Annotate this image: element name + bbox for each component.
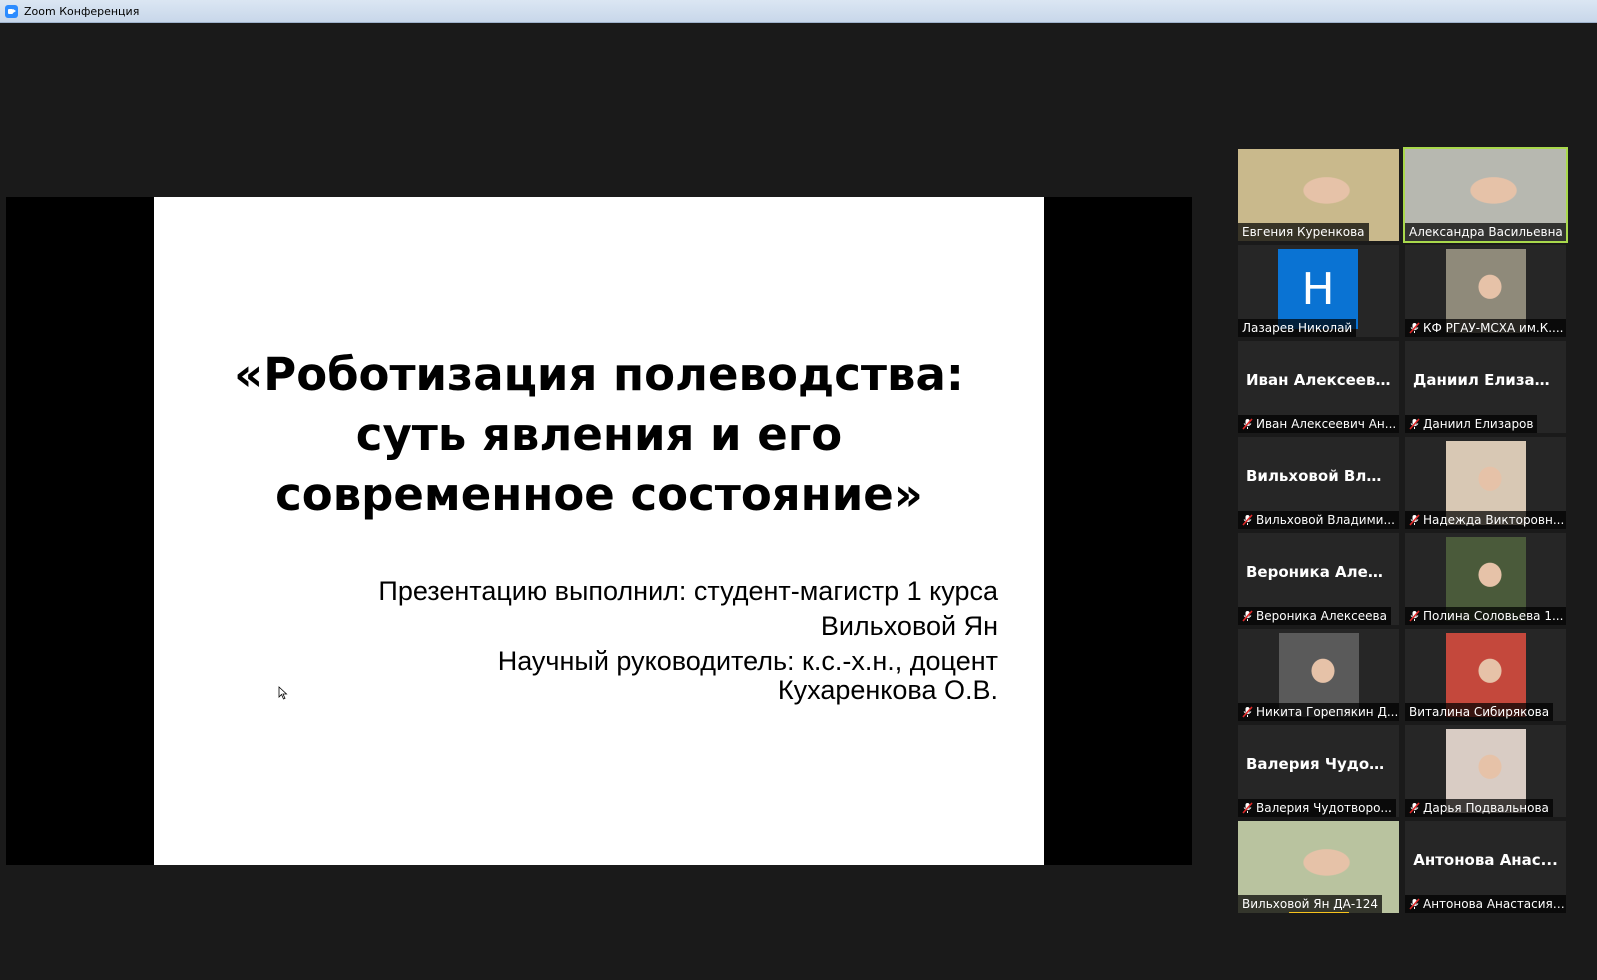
participant-display-name: Антонова Анас... [1413, 851, 1558, 869]
participant-name-label: Полина Соловьева 1... [1405, 607, 1566, 625]
participant-tile[interactable]: Даниил Елизар... Даниил Елизаров [1405, 341, 1566, 433]
participant-tile[interactable]: Никита Горепякин Д... [1238, 629, 1399, 721]
mic-muted-icon [1409, 514, 1420, 526]
mic-muted-icon [1409, 418, 1420, 430]
slide-info: Презентацию выполнил: студент-магистр 1 … [358, 577, 998, 711]
presentation-slide: «Роботизация полеводства: суть явления и… [154, 197, 1044, 865]
mic-muted-icon [1409, 610, 1420, 622]
participant-name-label: Вероника Алексеева [1238, 607, 1391, 625]
participant-name: Валерия Чудотворо... [1256, 801, 1392, 815]
participant-name-label: Дарья Подвальнова [1405, 799, 1553, 817]
participant-name: КФ РГАУ-МСХА им.К.... [1423, 321, 1564, 335]
participant-name: Евгения Куренкова [1242, 225, 1365, 239]
participant-tile[interactable]: Дарья Подвальнова [1405, 725, 1566, 817]
participant-display-name: Валерия Чудот... [1246, 755, 1395, 773]
participant-name: Надежда Викторовн... [1423, 513, 1565, 527]
slide-author-name: Вильховой Ян [820, 611, 998, 641]
participant-tile[interactable]: Виталина Сибирякова [1405, 629, 1566, 721]
participant-name-label: Валерия Чудотворо... [1238, 799, 1396, 817]
participant-tile[interactable]: Надежда Викторовн... [1405, 437, 1566, 529]
participant-name: Иван Алексеевич Ан... [1256, 417, 1397, 431]
participant-name: Виталина Сибирякова [1409, 705, 1550, 719]
participant-tile[interactable]: КФ РГАУ-МСХА им.К.... [1405, 245, 1566, 337]
mic-muted-icon [1242, 706, 1253, 718]
participant-tile[interactable]: Александра Васильевна [1403, 147, 1568, 243]
participant-name-label: КФ РГАУ-МСХА им.К.... [1405, 319, 1566, 337]
participant-tile[interactable]: Антонова Анас... Антонова Анастасия ... [1405, 821, 1566, 913]
window-title: Zoom Конференция [24, 4, 140, 18]
participant-display-name: Вильховой Вла... [1246, 467, 1394, 485]
participant-name-label: Никита Горепякин Д... [1238, 703, 1399, 721]
mic-muted-icon [1242, 610, 1253, 622]
participant-name-label: Виталина Сибирякова [1405, 703, 1554, 721]
zoom-app-icon [5, 4, 18, 18]
participant-name: Лазарев Николай [1242, 321, 1353, 335]
participant-name-label: Надежда Викторовн... [1405, 511, 1566, 529]
participant-name-label: Евгения Куренкова [1238, 223, 1369, 241]
participant-tile[interactable]: Иван Алексеев... Иван Алексеевич Ан... [1238, 341, 1399, 433]
participant-display-name: Вероника Алек... [1246, 563, 1396, 581]
participant-name-label: Вильховой Владими... [1238, 511, 1399, 529]
participant-name: Александра Васильевна [1409, 225, 1563, 239]
participant-avatar: Н [1278, 249, 1358, 329]
window-titlebar: Zoom Конференция [0, 0, 1597, 23]
screen-share-area[interactable]: «Роботизация полеводства: суть явления и… [6, 197, 1192, 865]
mic-muted-icon [1409, 898, 1420, 910]
participant-tile[interactable]: Вильховой Вла... Вильховой Владими... [1238, 437, 1399, 529]
participant-display-name: Иван Алексеев... [1246, 371, 1393, 389]
slide-author-line: Презентацию выполнил: студент-магистр 1 … [378, 576, 998, 606]
mic-muted-icon [1242, 802, 1253, 814]
slide-title-line-1: «Роботизация полеводства: [234, 348, 964, 401]
participant-name: Вильховой Ян ДА-124 [1242, 897, 1379, 911]
participant-tile[interactable]: Н Лазарев Николай [1238, 245, 1399, 337]
participant-name: Вильховой Владими... [1256, 513, 1395, 527]
slide-supervisor-line: Научный руководитель: к.с.-х.н., доцент … [497, 646, 998, 705]
mic-muted-icon [1409, 322, 1420, 334]
participant-name-label: Иван Алексеевич Ан... [1238, 415, 1399, 433]
participant-name: Полина Соловьева 1... [1423, 609, 1564, 623]
participant-name: Никита Горепякин Д... [1256, 705, 1399, 719]
participant-name: Дарья Подвальнова [1423, 801, 1549, 815]
speaking-indicator [1289, 912, 1349, 913]
mouse-cursor-icon [278, 686, 288, 700]
mic-muted-icon [1242, 418, 1253, 430]
slide-title-line-2: суть явления и его [355, 408, 843, 461]
participant-name: Антонова Анастасия ... [1423, 897, 1566, 911]
mic-muted-icon [1409, 802, 1420, 814]
participant-name-label: Александра Васильевна [1405, 223, 1566, 241]
participant-tile[interactable]: Вероника Алек... Вероника Алексеева [1238, 533, 1399, 625]
slide-title: «Роботизация полеводства: суть явления и… [174, 345, 1024, 525]
participant-name: Вероника Алексеева [1256, 609, 1387, 623]
participant-tile[interactable]: Валерия Чудот... Валерия Чудотворо... [1238, 725, 1399, 817]
participant-name-label: Вильховой Ян ДА-124 [1238, 895, 1383, 913]
participant-tile[interactable]: Вильховой Ян ДА-124 [1238, 821, 1399, 913]
participant-tile[interactable]: Евгения Куренкова [1238, 149, 1399, 241]
slide-title-line-3: современное состояние» [275, 468, 923, 521]
participant-name: Даниил Елизаров [1423, 417, 1534, 431]
mic-muted-icon [1242, 514, 1253, 526]
participant-name-label: Лазарев Николай [1238, 319, 1357, 337]
participant-display-name: Даниил Елизар... [1413, 371, 1563, 389]
participant-name-label: Антонова Анастасия ... [1405, 895, 1566, 913]
participant-tile[interactable]: Полина Соловьева 1... [1405, 533, 1566, 625]
participant-name-label: Даниил Елизаров [1405, 415, 1538, 433]
